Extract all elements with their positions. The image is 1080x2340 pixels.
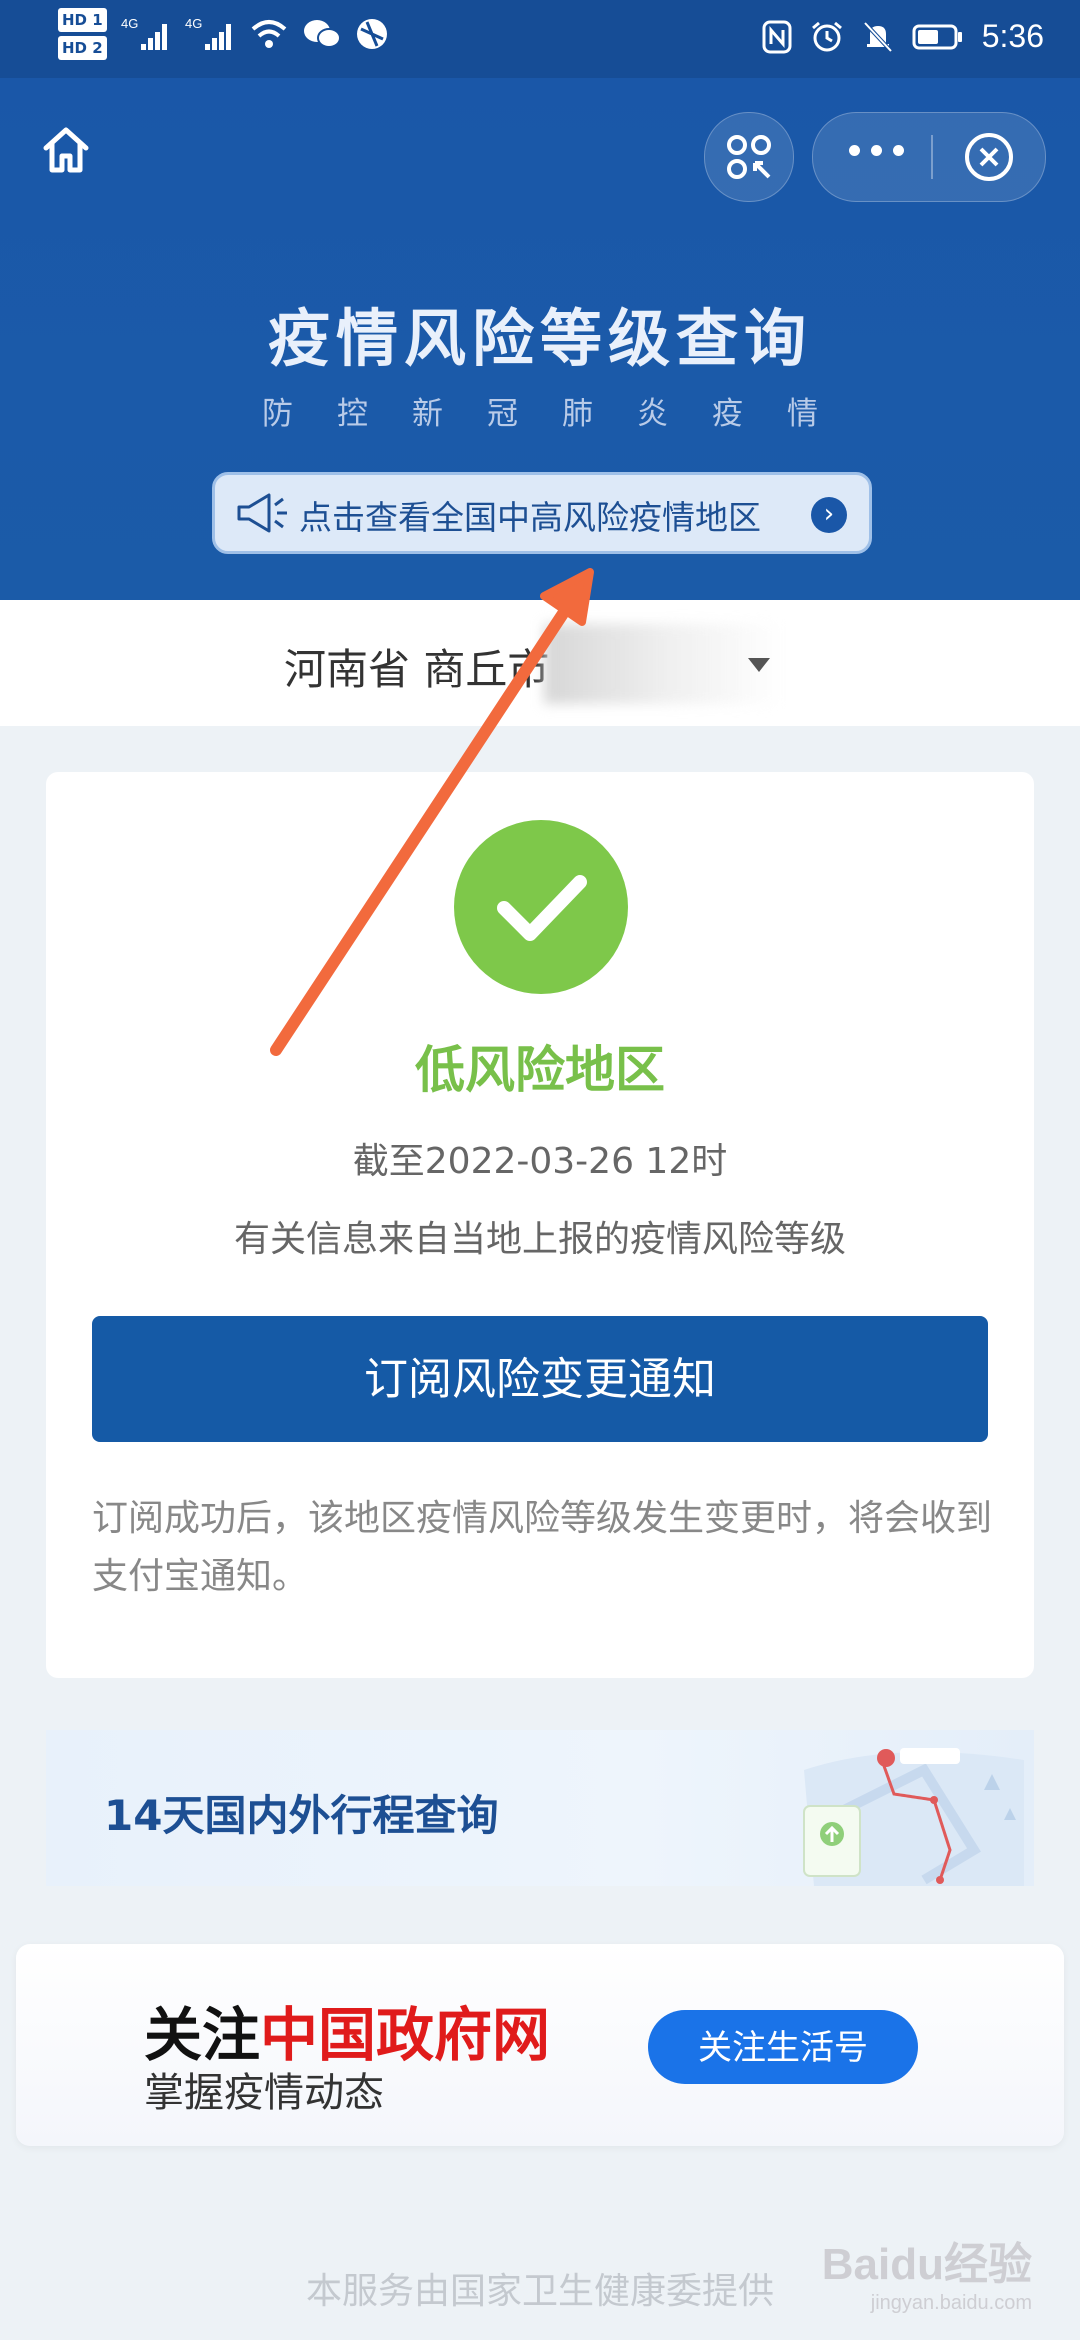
- follow-prefix: 关注: [144, 2001, 261, 2069]
- mute-bell-icon: [863, 21, 893, 52]
- data-source-note: 有关信息来自当地上报的疫情风险等级: [233, 1219, 846, 1260]
- location-selector[interactable]: 河南省 商丘市: [0, 600, 1080, 726]
- scan-button[interactable]: [704, 112, 794, 202]
- map-route-illustration: [803, 1748, 1024, 1886]
- signal-4g-icon: 4G: [121, 16, 167, 50]
- trip-query-label: 14天国内外行程查询: [104, 1791, 499, 1840]
- high-risk-areas-link[interactable]: 点击查看全国中高风险疫情地区 ›: [212, 472, 872, 554]
- baidu-watermark: Baidu经验 jingyan.baidu.com: [822, 2228, 1032, 2315]
- follow-highlight: 中国政府网: [260, 2001, 551, 2069]
- svg-text:4G: 4G: [121, 16, 138, 31]
- status-bar-left: HD 1 HD 2 4G 4G: [58, 8, 389, 60]
- sim1-label: HD 1: [58, 8, 107, 32]
- chevron-right-icon: ›: [811, 497, 847, 533]
- as-of-date: 截至2022-03-26 12时: [352, 1141, 728, 1182]
- battery-icon: [912, 24, 962, 49]
- wechat-icon: [303, 20, 341, 48]
- nfc-icon: [762, 20, 792, 53]
- megaphone-icon: [237, 493, 287, 533]
- status-bar: HD 1 HD 2 4G 4G 5:36: [0, 0, 1080, 78]
- alarm-icon: [811, 21, 842, 51]
- mini-program-capsule: [812, 112, 1046, 202]
- dropdown-caret-icon: [748, 658, 770, 672]
- browser-icon: [356, 19, 387, 49]
- trip-query-banner[interactable]: 14天国内外行程查询: [46, 1730, 1034, 1886]
- sim2-label: HD 2: [58, 36, 107, 60]
- page-title: 疫情风险等级查询: [267, 302, 812, 375]
- home-icon[interactable]: [38, 122, 94, 178]
- location-text: 河南省 商丘市: [284, 645, 550, 694]
- capsule-divider: [931, 135, 933, 179]
- risk-result-card: 低风险地区 截至2022-03-26 12时 有关信息来自当地上报的疫情风险等级…: [46, 772, 1034, 1678]
- header: 疫情风险等级查询 防控新冠肺炎疫情 点击查看全国中高风险疫情地区 ›: [0, 78, 1080, 600]
- check-circle-icon: [454, 820, 628, 994]
- wifi-icon: [251, 20, 286, 48]
- page-subtitle: 防控新冠肺炎疫情: [262, 396, 862, 432]
- close-icon[interactable]: [963, 131, 1015, 183]
- watermark-url: jingyan.baidu.com: [870, 2292, 1032, 2314]
- status-bar-right: 5:36: [762, 18, 1044, 55]
- scan-icon: [727, 135, 771, 179]
- signal-4g-icon-2: 4G: [185, 16, 231, 50]
- follow-subline: 掌握疫情动态: [144, 2070, 384, 2116]
- follow-gov-card: 关注中国政府网 掌握疫情动态 关注生活号: [16, 1944, 1064, 2146]
- follow-button[interactable]: 关注生活号: [648, 2010, 918, 2084]
- subscribe-button[interactable]: 订阅风险变更通知: [92, 1316, 988, 1442]
- more-icon[interactable]: [849, 145, 904, 156]
- sim-indicators: HD 1 HD 2: [58, 8, 107, 60]
- svg-text:4G: 4G: [185, 16, 202, 31]
- clock: 5:36: [981, 18, 1044, 54]
- risk-level: 低风险地区: [415, 1041, 665, 1099]
- watermark-brand: Baidu经验: [821, 2240, 1032, 2289]
- high-risk-areas-label: 点击查看全国中高风险疫情地区: [299, 498, 761, 537]
- subscribe-note: 订阅成功后，该地区疫情风险等级发生变更时，将会收到支付宝通知。: [92, 1498, 993, 1597]
